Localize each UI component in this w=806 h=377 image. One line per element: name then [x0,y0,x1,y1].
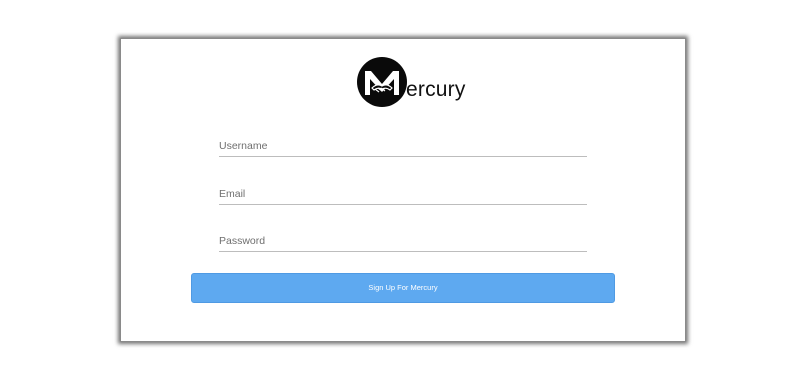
sign-up-button[interactable]: Sign Up For Mercury [191,273,615,303]
mercury-logo: ercury [357,57,467,109]
password-input[interactable] [219,230,587,252]
brand-name: ercury [406,78,466,101]
signup-card: ercury Sign Up For Mercury [120,38,686,342]
email-input[interactable] [219,183,587,205]
handshake-icon-graphic [365,71,399,95]
handshake-icon [357,57,407,107]
username-input[interactable] [219,135,587,157]
